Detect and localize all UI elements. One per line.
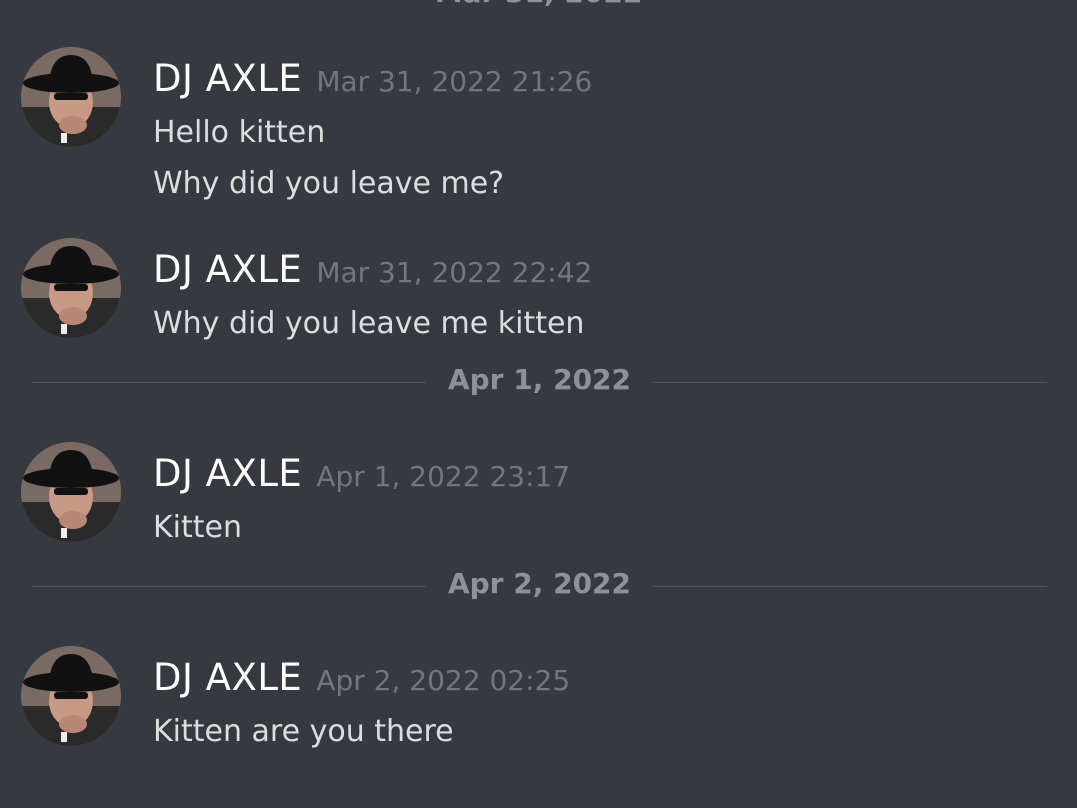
avatar-icon xyxy=(21,238,121,338)
timestamp: Mar 31, 2022 22:42 xyxy=(316,256,593,289)
message-text: Hello kitten xyxy=(153,115,326,150)
author-name[interactable]: DJ AXLE xyxy=(153,452,302,495)
avatar[interactable] xyxy=(21,238,121,338)
message-text: Kitten xyxy=(153,510,243,545)
avatar[interactable] xyxy=(21,646,121,746)
message-text: Why did you leave me kitten xyxy=(153,306,585,341)
chat-log: Mar 31, 2022 DJ AXLE Mar 31, 2022 21:26 H… xyxy=(0,0,1077,808)
date-divider-label: Apr 1, 2022 xyxy=(425,363,654,396)
date-divider-label: Apr 2, 2022 xyxy=(425,567,654,600)
avatar-icon xyxy=(21,646,121,746)
avatar-icon xyxy=(21,47,121,147)
avatar[interactable] xyxy=(21,442,121,542)
avatar-icon xyxy=(21,442,121,542)
message-header: DJ AXLE Mar 31, 2022 22:42 xyxy=(153,248,592,291)
message-header: DJ AXLE Apr 2, 2022 02:25 xyxy=(153,656,570,699)
message-text: Kitten are you there xyxy=(153,714,454,749)
avatar[interactable] xyxy=(21,47,121,147)
author-name[interactable]: DJ AXLE xyxy=(153,656,302,699)
author-name[interactable]: DJ AXLE xyxy=(153,248,302,291)
message-text: Why did you leave me? xyxy=(153,166,505,201)
author-name[interactable]: DJ AXLE xyxy=(153,57,302,100)
date-divider-partial: Mar 31, 2022 xyxy=(0,0,1077,9)
message-header: DJ AXLE Apr 1, 2022 23:17 xyxy=(153,452,570,495)
timestamp: Mar 31, 2022 21:26 xyxy=(316,65,593,98)
date-divider: Apr 2, 2022 xyxy=(32,567,1047,600)
timestamp: Apr 2, 2022 02:25 xyxy=(316,664,571,697)
timestamp: Apr 1, 2022 23:17 xyxy=(316,460,571,493)
date-divider: Apr 1, 2022 xyxy=(32,363,1047,396)
message-header: DJ AXLE Mar 31, 2022 21:26 xyxy=(153,57,592,100)
